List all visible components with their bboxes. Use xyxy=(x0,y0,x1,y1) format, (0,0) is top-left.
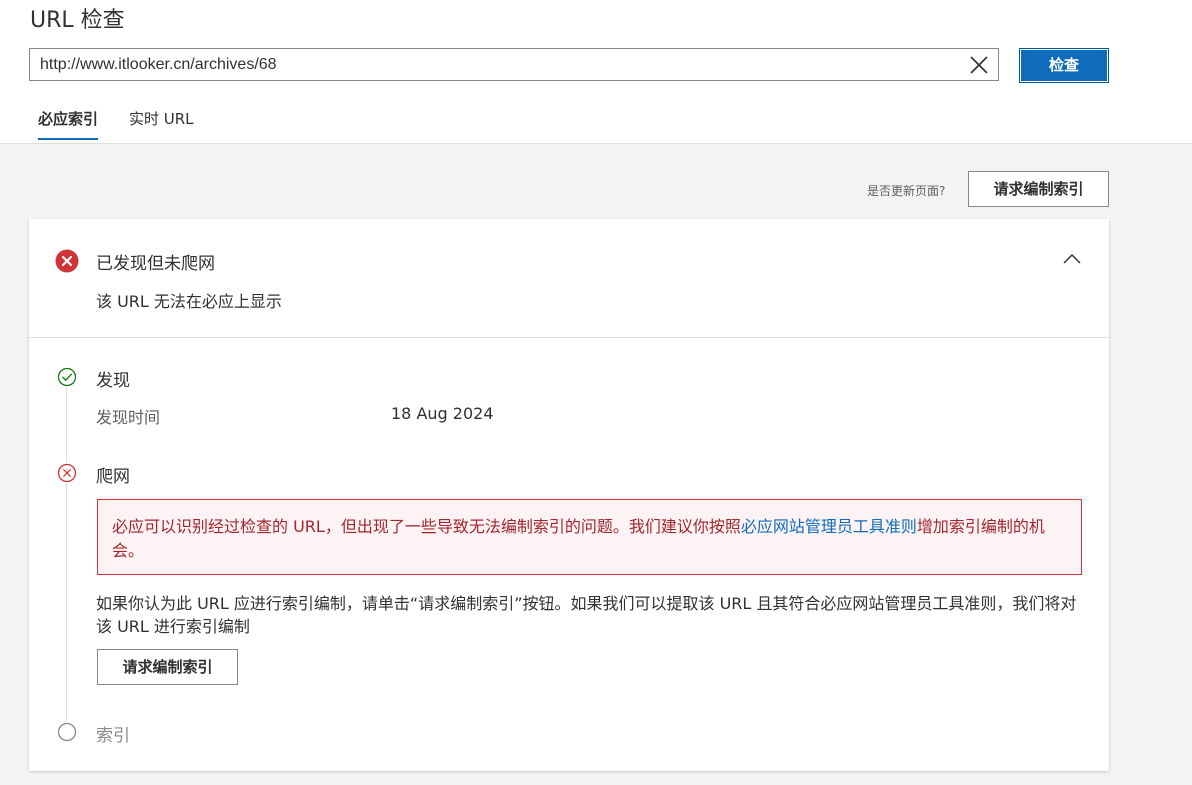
divider xyxy=(29,337,1109,338)
request-indexing-button[interactable]: 请求编制索引 xyxy=(968,171,1109,207)
check-circle-icon xyxy=(57,367,77,387)
clear-icon[interactable] xyxy=(968,54,990,76)
status-title: 已发现但未爬网 xyxy=(96,254,215,274)
error-circle-icon xyxy=(55,249,79,273)
discovery-title: 发现 xyxy=(96,371,130,391)
tab-bing-index[interactable]: 必应索引 xyxy=(38,108,99,140)
error-circle-outline-icon xyxy=(57,463,77,483)
index-title: 索引 xyxy=(96,726,130,746)
guidelines-link[interactable]: 必应网站管理员工具准则 xyxy=(741,517,917,536)
discovery-date-value: 18 Aug 2024 xyxy=(391,404,494,423)
crawl-title: 爬网 xyxy=(96,467,130,487)
error-text-before: 必应可以识别经过检查的 URL，但出现了一些导致无法编制索引的问题。我们建议你按… xyxy=(112,517,741,536)
crawl-note: 如果你认为此 URL 应进行索引编制，请单击“请求编制索引”按钮。如果我们可以提… xyxy=(96,594,1077,636)
inspection-card: 已发现但未爬网 该 URL 无法在必应上显示 发现 发现时间 18 Aug 20… xyxy=(29,219,1109,771)
inspect-button[interactable]: 检查 xyxy=(1019,48,1109,83)
crawl-error-message: 必应可以识别经过检查的 URL，但出现了一些导致无法编制索引的问题。我们建议你按… xyxy=(97,499,1082,575)
url-input[interactable] xyxy=(30,49,970,80)
chevron-up-icon[interactable] xyxy=(1061,248,1083,270)
url-input-box[interactable] xyxy=(29,48,999,81)
page-title: URL 检查 xyxy=(30,8,125,33)
request-indexing-button-inline[interactable]: 请求编制索引 xyxy=(97,649,238,685)
status-subtitle: 该 URL 无法在必应上显示 xyxy=(96,292,282,311)
header-bar: URL 检查 检查 必应索引 实时 URL xyxy=(0,0,1192,144)
discovery-date-label: 发现时间 xyxy=(96,408,161,427)
timeline-line xyxy=(66,387,67,723)
tab-live-url[interactable]: 实时 URL xyxy=(129,108,194,129)
page-updated-question: 是否更新页面? xyxy=(867,184,946,198)
empty-circle-icon xyxy=(57,722,77,742)
